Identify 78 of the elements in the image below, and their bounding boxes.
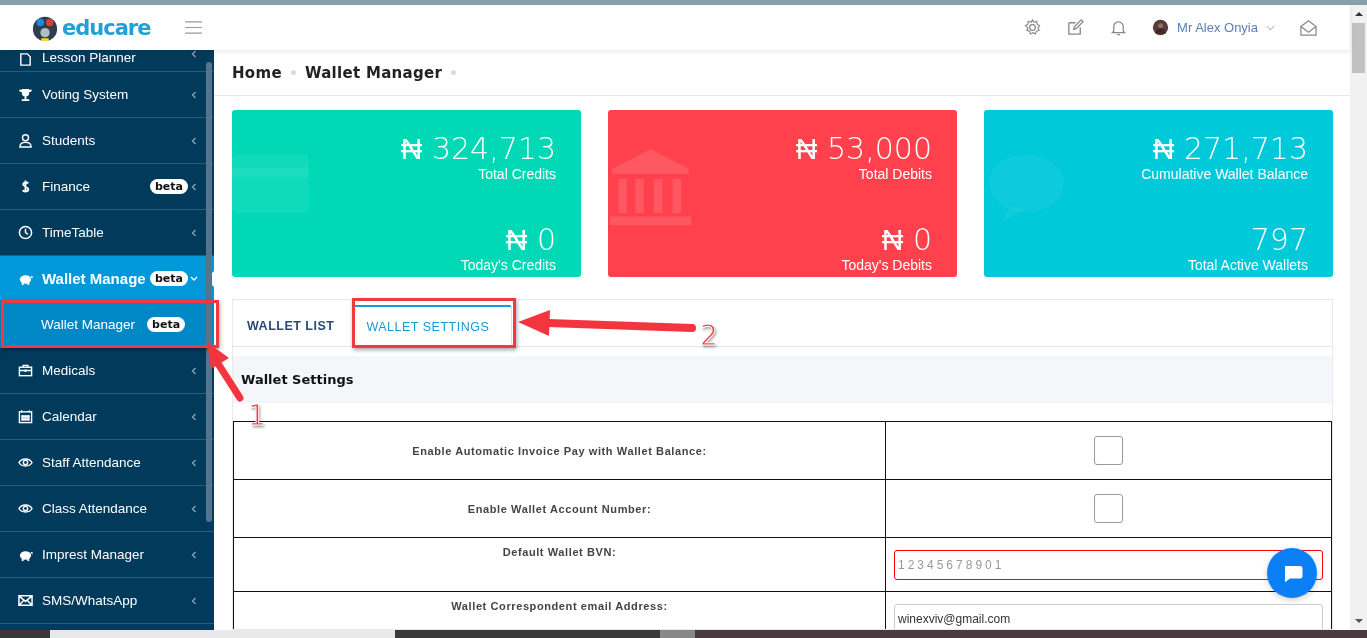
item-label: Class Attendance (42, 501, 148, 516)
text-field[interactable]: winexviv@gmail.com (894, 603, 1323, 629)
caret-icon[interactable] (1266, 24, 1275, 31)
item-label: Wallet Manage (42, 270, 146, 287)
tab[interactable]: WALLET LIST (234, 306, 348, 346)
breadcrumb-link[interactable]: Home (232, 63, 282, 82)
briefcase-icon (18, 363, 33, 378)
separator-dot (451, 70, 457, 75)
envelope-icon[interactable] (1299, 18, 1318, 37)
beta-badge: beta (147, 317, 186, 332)
item-label: Imprest Manager (42, 547, 145, 562)
item-label: Staff Attendance (42, 455, 141, 470)
scroll-down-icon[interactable] (1354, 618, 1363, 624)
scroll-up-icon[interactable] (1354, 11, 1363, 17)
amount-label: Today's Credits (460, 257, 556, 273)
item-label: Wallet Manager (41, 317, 136, 332)
settings-icon[interactable] (1023, 18, 1043, 37)
chevron-icon (190, 50, 198, 58)
envelope-icon (18, 593, 33, 608)
chat-button[interactable] (1267, 548, 1317, 598)
amount: ₦ 0 (505, 223, 556, 257)
amount: 797 (1250, 223, 1308, 257)
item-label: Calendar (42, 409, 97, 424)
avatar[interactable] (1152, 19, 1170, 36)
chevron-icon (190, 90, 198, 99)
breadcrumb-link[interactable]: Wallet Manager (304, 63, 443, 82)
item-label: Medicals (42, 363, 96, 378)
setting-label: Default Wallet BVN: (233, 537, 886, 592)
clock-icon (18, 225, 33, 240)
amount-label: Total Active Wallets (1187, 257, 1308, 273)
user-name[interactable]: Mr Alex Onyia (1177, 20, 1258, 35)
eye-icon (18, 455, 33, 470)
chevron-icon (190, 136, 198, 145)
chevron-icon (190, 504, 198, 513)
eye-icon (18, 501, 33, 516)
document-icon (18, 52, 33, 67)
item-label: Lesson Planner (42, 50, 136, 65)
person-icon (18, 133, 33, 148)
calendar-icon (18, 409, 33, 424)
amount-label: Cumulative Wallet Balance (1141, 166, 1308, 182)
chevron-icon (190, 550, 198, 559)
amount: ₦ 53,000 (795, 132, 932, 166)
item-label: TimeTable (42, 225, 104, 240)
chevron-icon (190, 274, 198, 283)
sidebar-item[interactable]: Imprest Manager (0, 532, 214, 578)
trophy-icon (18, 87, 33, 102)
chevron-icon (190, 228, 198, 237)
item-label: Students (42, 133, 96, 148)
beta-badge: beta (150, 179, 188, 194)
item-label: Finance (42, 179, 91, 194)
chevron-icon (190, 182, 198, 191)
amount-label: Today's Debits (841, 257, 932, 273)
amount-label: Total Debits (858, 166, 932, 182)
amount: ₦ 324,713 (400, 132, 556, 166)
chevron-icon (190, 412, 198, 421)
amount-label: Total Credits (478, 166, 556, 182)
sidebar-item[interactable]: Wallet Manage beta (0, 256, 214, 302)
chevron-icon (190, 366, 198, 375)
scrollbar[interactable] (1350, 5, 1367, 630)
chevron-icon (190, 458, 198, 467)
amount: ₦ 271,713 (1152, 132, 1308, 166)
text-field[interactable]: 12345678901 (894, 549, 1323, 580)
separator-dot (290, 70, 296, 75)
setting-label: Enable Wallet Account Number: (233, 479, 886, 538)
callout-number: 2 (700, 322, 718, 350)
scrollbar-thumb[interactable] (206, 62, 212, 522)
section-title: Wallet Settings (241, 372, 354, 387)
amount: ₦ 0 (881, 223, 932, 257)
sidebar-item[interactable]: SMS/WhatsApp (0, 578, 214, 624)
checkbox[interactable] (1094, 436, 1123, 465)
item-label: Voting System (42, 87, 129, 102)
item-label: SMS/WhatsApp (42, 593, 138, 608)
edit-icon[interactable] (1066, 18, 1086, 37)
menu-icon[interactable] (184, 20, 204, 35)
beta-badge: beta (150, 271, 188, 286)
checkbox[interactable] (1094, 494, 1123, 523)
chevron-icon (190, 596, 198, 605)
scrollbar-thumb[interactable] (1352, 23, 1365, 73)
